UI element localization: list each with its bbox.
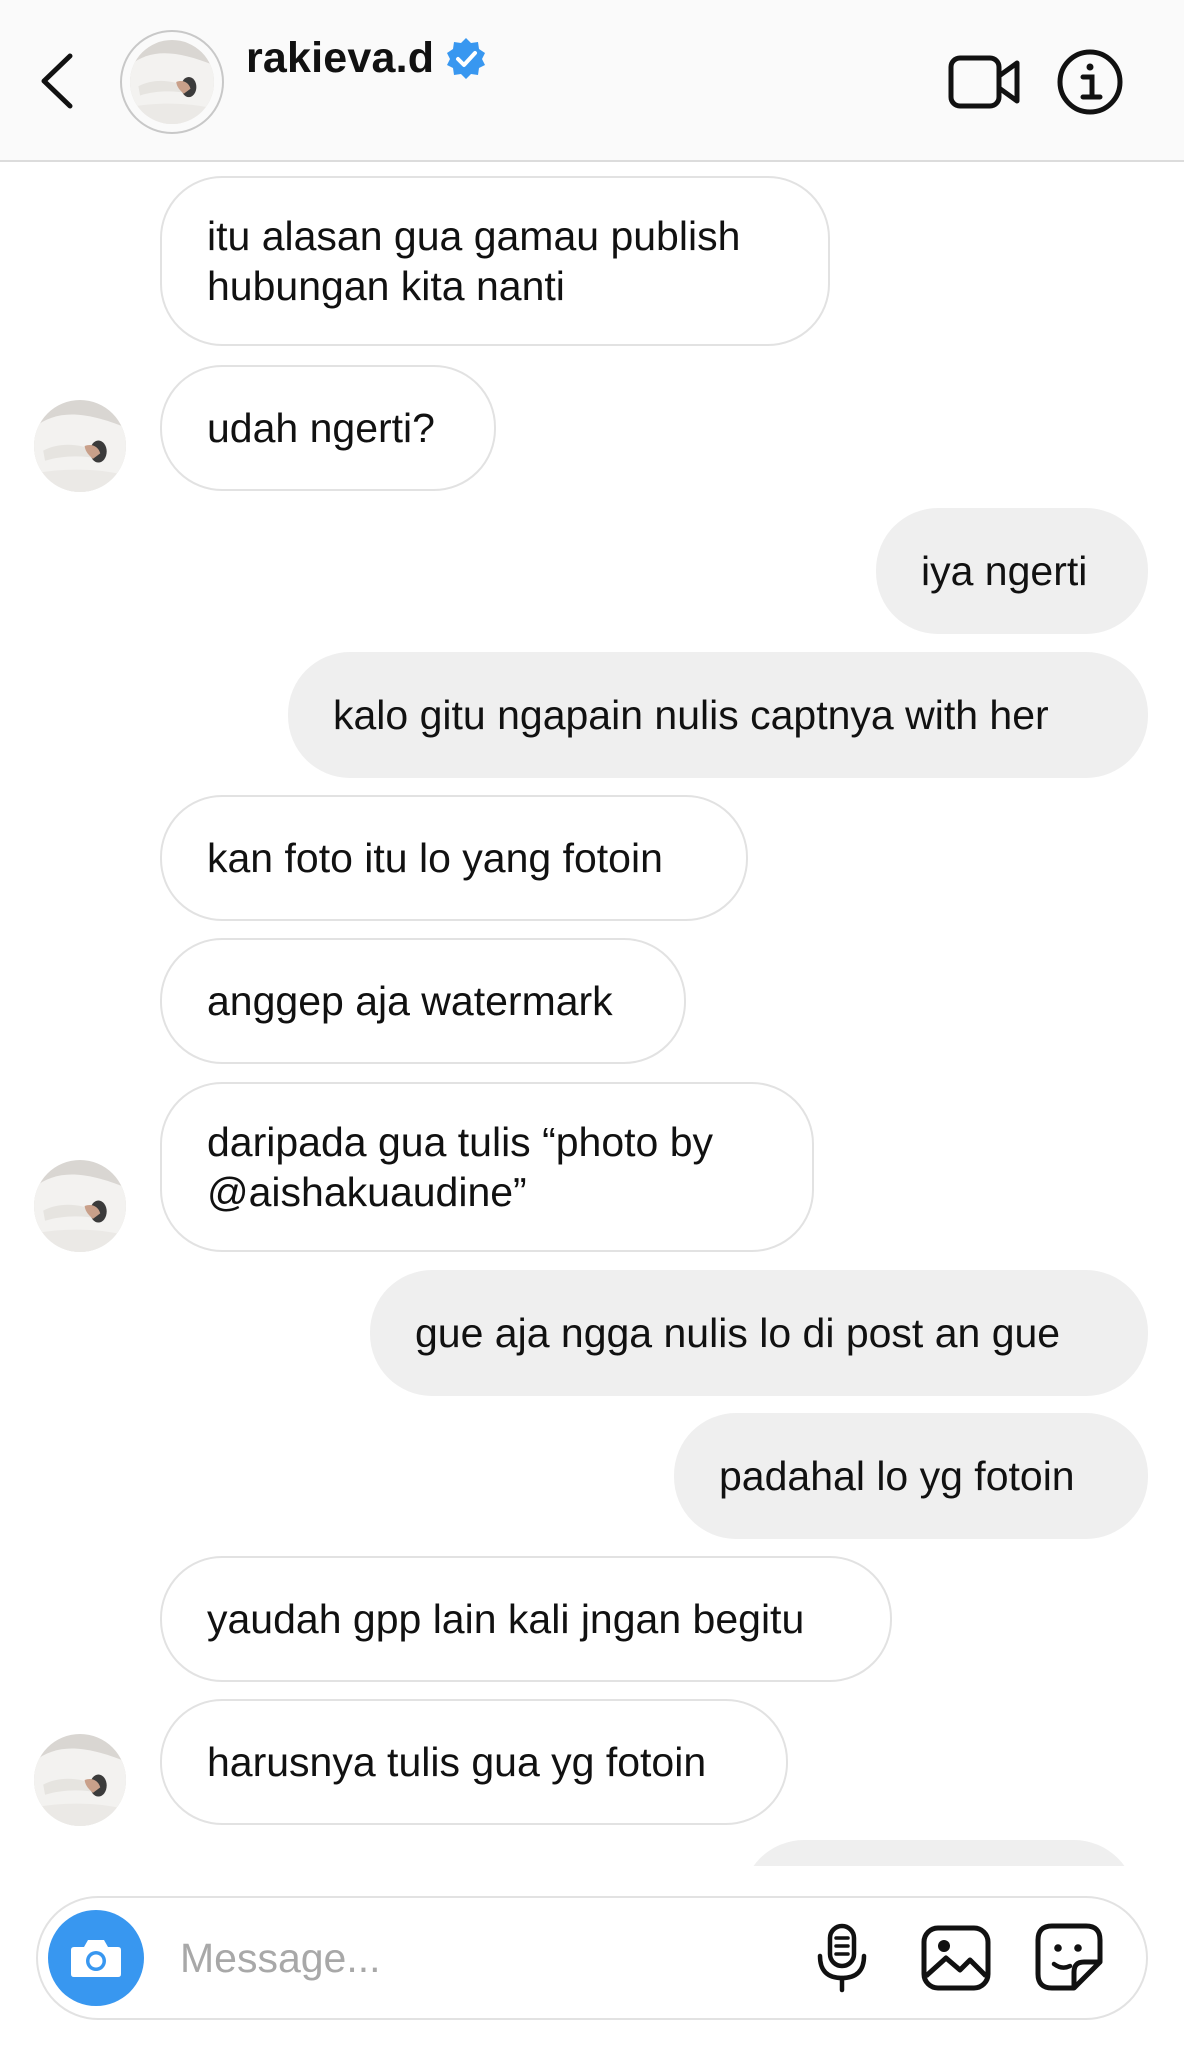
info-icon[interactable]	[1056, 48, 1124, 116]
message-text: daripada gua tulis “photo by @aishakuaud…	[207, 1119, 714, 1215]
message-bubble-received[interactable]: udah ngerti?	[160, 365, 496, 491]
avatar-image	[34, 1734, 126, 1826]
username-row[interactable]: rakieva.d	[246, 30, 488, 86]
message-bubble-received[interactable]: yaudah gpp lain kali jngan begitu	[160, 1556, 892, 1682]
camera-icon	[71, 1940, 121, 1977]
chat-header: rakieva.d	[0, 0, 1184, 162]
message-input[interactable]	[180, 1925, 780, 1991]
avatar-image	[34, 400, 126, 492]
username: rakieva.d	[246, 33, 435, 82]
message-text: iya ngerti	[921, 548, 1088, 594]
microphone-icon[interactable]	[812, 1922, 872, 1994]
sender-avatar[interactable]	[34, 1734, 126, 1826]
message-bubble-received[interactable]: itu alasan gua gamau publish hubungan ki…	[160, 176, 830, 346]
image-gallery-icon[interactable]	[920, 1924, 992, 1992]
message-bubble-sent[interactable]: padahal lo yg fotoin	[674, 1413, 1148, 1539]
message-bubble-received[interactable]: anggep aja watermark	[160, 938, 686, 1064]
sender-avatar[interactable]	[34, 400, 126, 492]
message-bubble-received[interactable]: kan foto itu lo yang fotoin	[160, 795, 748, 921]
message-bubble-received[interactable]: harusnya tulis gua yg fotoin	[160, 1699, 788, 1825]
message-bubble-sent[interactable]: kalo gitu ngapain nulis captnya with her	[288, 652, 1148, 778]
message-bubble-sent[interactable]: gue aja ngga nulis lo di post an gue	[370, 1270, 1148, 1396]
message-bubble-received[interactable]: daripada gua tulis “photo by @aishakuaud…	[160, 1082, 814, 1252]
verified-badge-icon	[447, 38, 486, 79]
message-text: harusnya tulis gua yg fotoin	[207, 1739, 707, 1785]
message-text: itu alasan gua gamau publish hubungan ki…	[207, 213, 741, 309]
camera-button[interactable]	[48, 1910, 144, 2006]
sender-avatar[interactable]	[34, 1160, 126, 1252]
message-text: kalo gitu ngapain nulis captnya with her	[333, 692, 1049, 738]
message-text: padahal lo yg fotoin	[719, 1453, 1075, 1499]
message-text: kan foto itu lo yang fotoin	[207, 835, 663, 881]
message-text: yaudah gpp lain kali jngan begitu	[207, 1596, 805, 1642]
chevron-left-icon[interactable]	[36, 50, 80, 112]
header-avatar[interactable]	[120, 30, 224, 134]
profile-picture	[130, 40, 214, 124]
video-call-icon[interactable]	[948, 52, 1022, 112]
message-text: udah ngerti?	[207, 405, 435, 451]
avatar-image	[34, 1160, 126, 1252]
message-text: gue aja ngga nulis lo di post an gue	[415, 1310, 1061, 1356]
message-bubble-sent[interactable]: iya ngerti	[876, 508, 1148, 634]
sticker-icon[interactable]	[1034, 1922, 1104, 1992]
message-text: anggep aja watermark	[207, 978, 613, 1024]
